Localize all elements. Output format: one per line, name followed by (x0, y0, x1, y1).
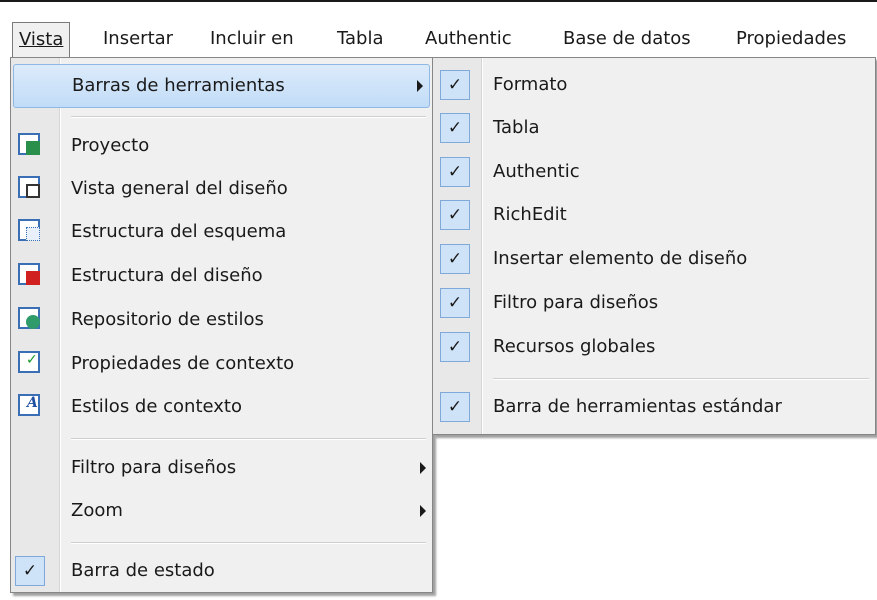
check-icon: ✓ (15, 556, 45, 586)
menu-item-proyecto[interactable]: Proyecto (11, 125, 432, 167)
submenu-arrow-icon (417, 80, 423, 92)
menu-separator (493, 378, 869, 380)
menu-bar: Vista Insertar Incluir en Tabla Authenti… (0, 0, 877, 62)
check-icon: ✓ (440, 113, 470, 143)
menu-item-estructura-esquema[interactable]: Estructura del esquema (11, 211, 432, 253)
menu-item-estilos-contexto[interactable]: A Estilos de contexto (11, 386, 432, 428)
toolbar-item-insertar-elemento[interactable]: ✓ Insertar elemento de diseño (433, 238, 875, 280)
menu-item-zoom[interactable]: Zoom (11, 490, 432, 532)
check-icon: ✓ (440, 200, 470, 230)
toolbar-item-authentic[interactable]: ✓ Authentic (433, 151, 875, 193)
toolbar-item-formato[interactable]: ✓ Formato (433, 64, 875, 106)
submenu-arrow-icon (420, 462, 426, 474)
toolbars-submenu: ✓ Formato ✓ Tabla ✓ Authentic ✓ RichEdit… (432, 57, 876, 435)
menu-incluir-en[interactable]: Incluir en (210, 22, 294, 56)
menu-separator (71, 542, 426, 544)
menu-item-filtro-disenos[interactable]: Filtro para diseños (11, 447, 432, 489)
toolbar-item-filtro-disenos[interactable]: ✓ Filtro para diseños (433, 282, 875, 324)
menu-item-estructura-diseno[interactable]: Estructura del diseño (11, 255, 432, 297)
window-top-border (0, 0, 877, 2)
design-tree-icon (18, 263, 40, 285)
submenu-arrow-icon (420, 505, 426, 517)
context-properties-icon: ✓ (18, 351, 40, 373)
style-repository-icon (18, 307, 40, 329)
menu-tabla[interactable]: Tabla (337, 22, 384, 56)
check-icon: ✓ (440, 244, 470, 274)
project-window-icon (18, 133, 40, 155)
schema-tree-icon (18, 219, 40, 241)
menu-separator (71, 438, 426, 440)
menu-authentic[interactable]: Authentic (425, 22, 512, 56)
menu-item-vista-general[interactable]: Vista general del diseño (11, 168, 432, 210)
check-icon: ✓ (440, 392, 470, 422)
toolbar-item-richedit[interactable]: ✓ RichEdit (433, 194, 875, 236)
toolbar-item-tabla[interactable]: ✓ Tabla (433, 107, 875, 149)
toolbar-item-estandar[interactable]: ✓ Barra de herramientas estándar (433, 386, 875, 428)
menu-item-barra-estado[interactable]: ✓ Barra de estado (11, 550, 432, 592)
check-icon: ✓ (440, 157, 470, 187)
context-styles-icon: A (18, 394, 40, 416)
menu-vista[interactable]: Vista (12, 22, 71, 57)
menu-base-de-datos[interactable]: Base de datos (563, 22, 691, 56)
check-icon: ✓ (440, 332, 470, 362)
vista-dropdown-menu: Barras de herramientas Proyecto Vista ge… (10, 57, 433, 593)
menu-propiedades[interactable]: Propiedades (736, 22, 846, 56)
menu-item-repositorio-estilos[interactable]: Repositorio de estilos (11, 299, 432, 341)
menu-insertar[interactable]: Insertar (103, 22, 173, 56)
menu-item-toolbars[interactable]: Barras de herramientas (13, 64, 430, 108)
design-overview-icon (18, 176, 40, 198)
menu-item-propiedades-contexto[interactable]: ✓ Propiedades de contexto (11, 343, 432, 385)
check-icon: ✓ (440, 70, 470, 100)
toolbar-item-recursos-globales[interactable]: ✓ Recursos globales (433, 326, 875, 368)
menu-separator (71, 116, 426, 118)
check-icon: ✓ (440, 288, 470, 318)
